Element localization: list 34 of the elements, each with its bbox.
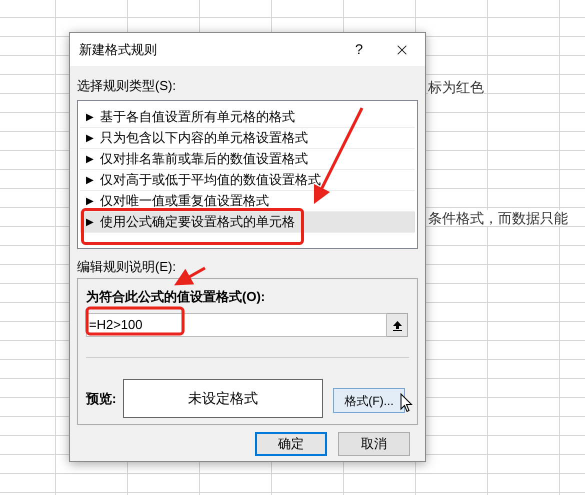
section-label: 编辑规则说明(E): xyxy=(77,259,177,275)
cell-text: 条件格式，而数据只能 xyxy=(428,210,568,226)
arrow-marker: ▶ xyxy=(86,110,94,124)
item-label: 使用公式确定要设置格式的单元格 xyxy=(100,213,295,232)
cell-text: 标为红色 xyxy=(428,79,484,95)
preview-label: 预览: xyxy=(86,390,118,408)
dialog-button[interactable]: 取消 xyxy=(338,432,410,456)
rule-type-item[interactable]: ▶ 基于各自值设置所有单元格的格式 xyxy=(80,107,415,128)
rule-type-item[interactable]: ▶ 使用公式确定要设置格式的单元格 xyxy=(80,212,415,233)
arrow-marker: ▶ xyxy=(86,152,94,166)
help-button[interactable]: ? xyxy=(339,39,379,60)
arrow-marker: ▶ xyxy=(86,132,94,146)
arrow-marker: ▶ xyxy=(86,194,94,208)
section-label: 选择规则类型(S): xyxy=(77,78,177,94)
rule-type-item[interactable]: ▶ 仅对排名靠前或靠后的数值设置格式 xyxy=(80,149,415,170)
preview-box: 未设定格式 xyxy=(123,379,323,418)
formula-label: 为符合此公式的值设置格式(O): xyxy=(86,289,266,305)
item-label: 仅对排名靠前或靠后的数值设置格式 xyxy=(100,150,308,168)
window-title: 新建格式规则 xyxy=(79,40,157,59)
item-label: 仅对唯一值或重复值设置格式 xyxy=(100,192,269,210)
arrow-marker: ▶ xyxy=(86,216,94,230)
arrow-marker: ▶ xyxy=(86,174,94,188)
format-button[interactable]: 格式(F)... xyxy=(333,388,405,413)
dialog-button[interactable]: 确定 xyxy=(255,432,327,456)
annotation-arrow xyxy=(174,266,206,286)
item-label: 只为包含以下内容的单元格设置格式 xyxy=(100,129,308,148)
rule-type-item[interactable]: ▶ 只为包含以下内容的单元格设置格式 xyxy=(80,128,415,149)
mouse-cursor-icon xyxy=(400,393,413,413)
item-label: 仅对高于或低于平均值的数值设置格式 xyxy=(100,171,321,190)
rule-type-item[interactable]: ▶ 仅对高于或低于平均值的数值设置格式 xyxy=(80,170,415,191)
formula-field[interactable]: =H2>100 xyxy=(86,313,387,337)
collapse-button[interactable] xyxy=(387,313,408,337)
upload-arrow-icon xyxy=(392,320,402,330)
item-label: 基于各自值设置所有单元格的格式 xyxy=(100,108,295,126)
